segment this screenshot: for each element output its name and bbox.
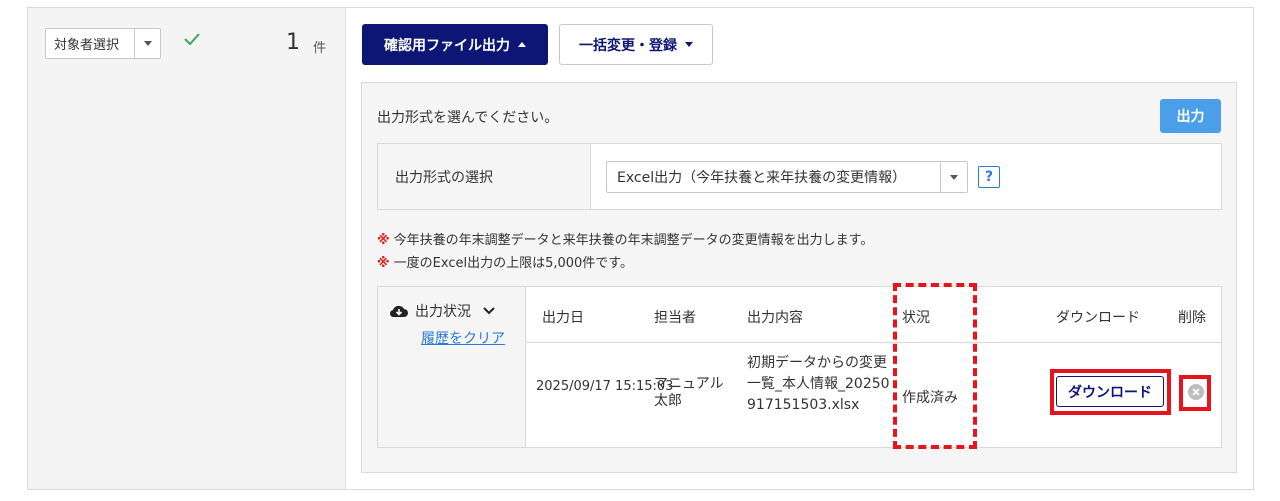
delete-icon-highlight bbox=[1179, 375, 1211, 411]
row-divider bbox=[526, 342, 1221, 343]
target-select-label: 対象者選択 bbox=[54, 38, 120, 53]
output-panel: 出力形式を選んでください。 出力 出力形式の選択 Excel出力（今年扶養と来年… bbox=[361, 82, 1237, 473]
selection-count-unit: 件 bbox=[313, 41, 327, 56]
output-status-table: 出力状況 履歴をクリア 出力日 担当者 出力内容 状況 ダウンロード 削除 20… bbox=[377, 283, 1222, 449]
format-select[interactable]: Excel出力（今年扶養と来年扶養の変更情報） bbox=[606, 161, 968, 193]
left-column: 対象者選択 1 件 bbox=[28, 8, 346, 489]
note-1: ※ 今年扶養の年末調整データと来年扶養の年末調整データの変更情報を出力します。 bbox=[377, 229, 873, 248]
status-title-toggle[interactable]: 出力状況 bbox=[389, 301, 495, 321]
row-person: マニュアル太郎 bbox=[654, 376, 724, 409]
note-2-text: 一度のExcel出力の上限は5,000件です。 bbox=[393, 256, 633, 271]
download-button-highlight bbox=[1050, 369, 1171, 415]
note-2: ※ 一度のExcel出力の上限は5,000件です。 bbox=[377, 252, 633, 271]
help-button[interactable]: ? bbox=[978, 166, 1000, 188]
format-select-value: Excel出力（今年扶養と来年扶養の変更情報） bbox=[617, 170, 907, 186]
note-mark: ※ bbox=[377, 256, 390, 271]
status-title: 出力状況 bbox=[415, 304, 471, 320]
target-select[interactable]: 対象者選択 bbox=[45, 28, 161, 59]
header-content: 出力内容 bbox=[747, 310, 803, 326]
caret-up-icon bbox=[518, 42, 526, 47]
header-person: 担当者 bbox=[654, 310, 696, 326]
confirm-file-output-button[interactable]: 確認用ファイル出力 bbox=[362, 24, 548, 65]
format-label: 出力形式の選択 bbox=[378, 144, 591, 209]
instruction-text: 出力形式を選んでください。 bbox=[377, 110, 559, 126]
header-delete: 削除 bbox=[1178, 310, 1206, 326]
status-column-highlight bbox=[893, 283, 977, 449]
note-1-text: 今年扶養の年末調整データと来年扶養の年末調整データの変更情報を出力します。 bbox=[393, 233, 874, 248]
clear-history-link[interactable]: 履歴をクリア bbox=[421, 328, 505, 348]
row-content: 初期データからの変更一覧_本人情報_20250917151503.xlsx bbox=[747, 355, 890, 413]
bulk-change-label: 一括変更・登録 bbox=[579, 37, 677, 54]
status-table-sidebar: 出力状況 履歴をクリア bbox=[378, 287, 526, 447]
check-icon bbox=[183, 30, 201, 52]
chevron-down-icon[interactable] bbox=[134, 29, 160, 58]
row-date: 2025/09/17 15:15:03 bbox=[536, 379, 674, 394]
cloud-download-icon bbox=[389, 305, 408, 318]
chevron-down-icon[interactable] bbox=[940, 162, 967, 192]
note-mark: ※ bbox=[377, 233, 390, 248]
chevron-down-icon bbox=[483, 307, 495, 315]
caret-down-icon bbox=[685, 42, 693, 47]
confirm-file-output-label: 確認用ファイル出力 bbox=[384, 37, 510, 54]
header-download: ダウンロード bbox=[1056, 310, 1140, 326]
format-row: 出力形式の選択 Excel出力（今年扶養と来年扶養の変更情報） ? bbox=[377, 143, 1222, 210]
output-button[interactable]: 出力 bbox=[1160, 99, 1221, 133]
bulk-change-button[interactable]: 一括変更・登録 bbox=[559, 24, 713, 65]
header-date: 出力日 bbox=[542, 310, 584, 326]
selection-count: 1 bbox=[286, 30, 300, 55]
main-frame: 対象者選択 1 件 確認用ファイル出力 一括変更・登録 出力形式を選んでください… bbox=[27, 7, 1254, 490]
